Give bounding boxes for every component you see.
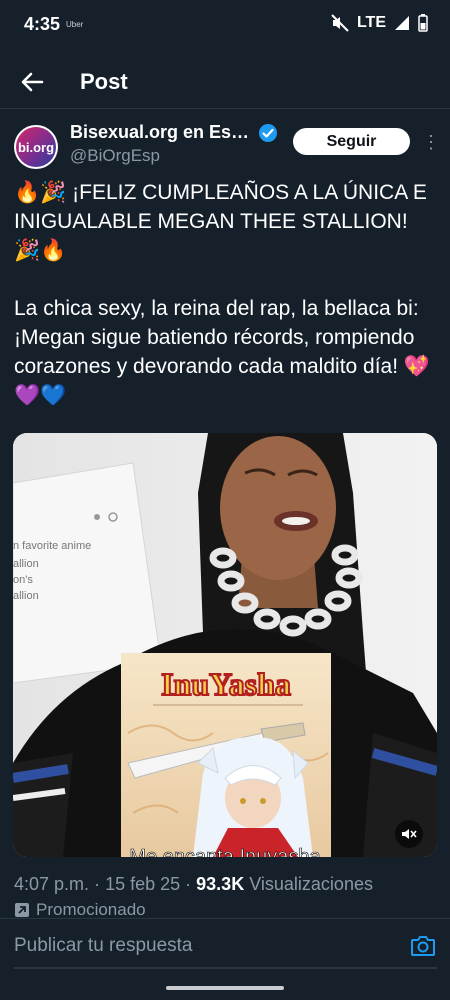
reply-underline (14, 967, 437, 969)
video-caption: Me encanta Inuyasha (129, 846, 321, 857)
volume-muted-icon (402, 829, 417, 839)
status-carrier: Uber (66, 20, 84, 29)
battery-icon (418, 14, 428, 32)
promoted-label: Promocionado (36, 900, 146, 919)
status-icons: LTE (331, 14, 428, 32)
promoted-indicator: Promocionado (14, 900, 146, 920)
author-handle[interactable]: @BiOrgEsp (70, 146, 160, 166)
paper-text: n favorite anime (13, 540, 91, 552)
paper-text: allion (13, 590, 39, 602)
author-name[interactable]: Bisexual.org en Es… (70, 122, 249, 143)
avatar[interactable]: bi.org (14, 125, 58, 169)
page-title: Post (80, 69, 128, 94)
reply-input[interactable] (14, 935, 374, 957)
avatar-logo: bi.org (16, 127, 56, 167)
post-text-paragraph: 🔥🎉 ¡FELIZ CUMPLEAÑOS A LA ÚNICA E INIGUA… (14, 181, 427, 262)
network-label: LTE (356, 14, 386, 31)
status-time: 4:35 (24, 14, 61, 34)
mute-status-icon (331, 14, 349, 32)
poster-title: InuYasha (161, 666, 291, 702)
views-count: 93.3K (196, 874, 245, 894)
inuyasha-poster: InuYasha (121, 653, 331, 857)
post-time: 4:07 p.m. (14, 874, 90, 894)
views-label: Visualizaciones (249, 874, 373, 894)
post-meta: 4:07 p.m. · 15 feb 25 · 93.3K Visualizac… (14, 874, 373, 894)
post-text: 🔥🎉 ¡FELIZ CUMPLEAÑOS A LA ÚNICA E INIGUA… (14, 178, 439, 410)
top-bar: Post (0, 56, 450, 109)
video-frame: n favorite anime allion on's allion InuY… (13, 433, 437, 857)
verified-badge-icon (259, 124, 277, 142)
paper-text: on's (13, 574, 33, 586)
status-bar: 4:35 Uber LTE (0, 0, 450, 48)
reply-bar (0, 918, 450, 971)
post-text-paragraph: La chica sexy, la reina del rap, la bell… (14, 297, 431, 407)
paper-text: allion (13, 558, 39, 570)
camera-icon[interactable] (410, 935, 436, 957)
more-options-icon[interactable]: ⋮ (422, 131, 440, 153)
promoted-icon (15, 903, 29, 917)
back-arrow-icon[interactable] (18, 68, 46, 96)
signal-icon (395, 16, 409, 30)
home-indicator[interactable] (166, 986, 284, 990)
post-video[interactable]: n favorite anime allion on's allion InuY… (13, 433, 437, 857)
post-date: 15 feb 25 (105, 874, 181, 894)
follow-button[interactable]: Seguir (293, 128, 410, 155)
video-mute-button[interactable] (395, 820, 423, 848)
